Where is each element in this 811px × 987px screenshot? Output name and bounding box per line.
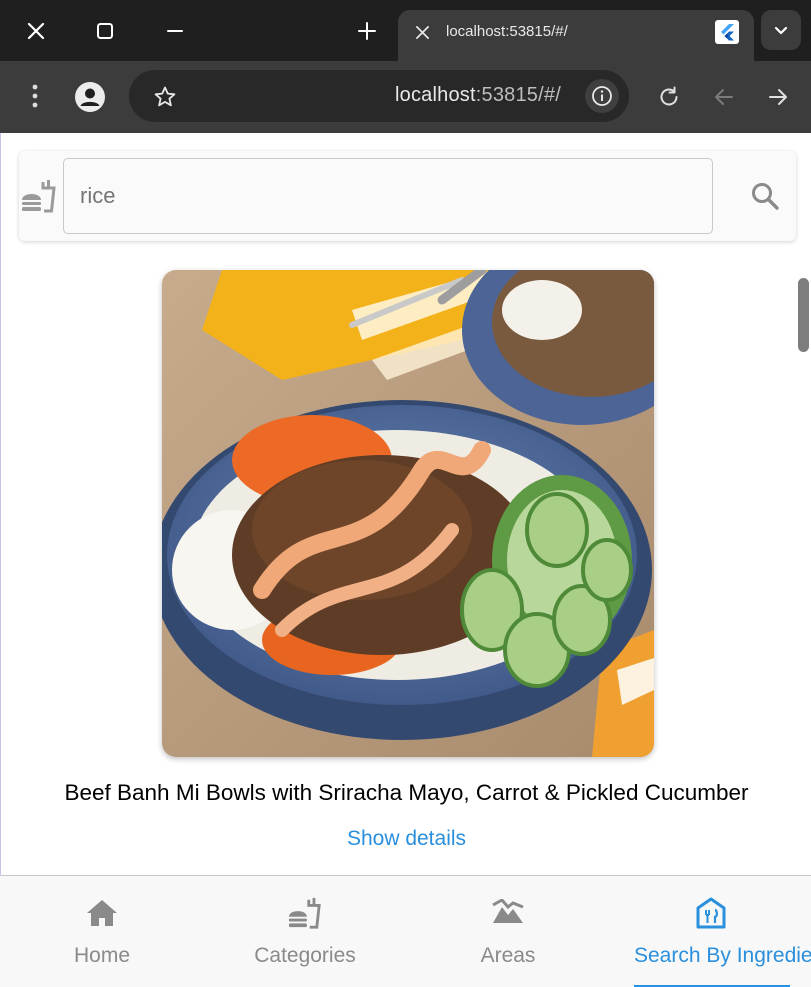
ingredient-search-field[interactable] (63, 158, 713, 234)
home-icon (85, 896, 119, 930)
more-vertical-icon (32, 84, 38, 108)
url-text: localhost:53815/#/ (395, 84, 561, 107)
bottom-navigation-bar: Home Categories Areas Search By Ingredie… (0, 875, 811, 987)
url-path: :53815/#/ (475, 84, 561, 106)
nav-item-categories[interactable]: Categories (240, 876, 370, 987)
flutter-favicon-icon (715, 20, 739, 44)
tab-close-button[interactable] (408, 18, 436, 46)
search-input[interactable] (80, 159, 690, 232)
arrow-left-icon (715, 89, 733, 105)
nav-item-areas[interactable]: Areas (448, 876, 568, 987)
star-icon (154, 86, 176, 107)
nav-label-home: Home (73, 944, 131, 967)
reload-button[interactable] (653, 81, 685, 113)
close-icon (415, 25, 429, 39)
meal-title: Beef Banh Mi Bowls with Sriracha Mayo, C… (64, 780, 749, 805)
nav-label-areas: Areas (480, 944, 536, 967)
browser-tab[interactable]: localhost:53815/#/ (398, 10, 754, 61)
storefront-icon (694, 896, 728, 930)
tab-title: localhost:53815/#/ (446, 23, 568, 40)
scrollbar-thumb[interactable] (798, 278, 809, 352)
account-icon (75, 82, 105, 112)
minimize-icon (167, 30, 183, 32)
url-host: localhost (395, 84, 476, 106)
window-close-button[interactable] (12, 8, 60, 54)
maximize-icon (97, 23, 113, 39)
fastfood-icon (288, 896, 322, 930)
tab-search-button[interactable] (761, 10, 801, 50)
nav-item-home[interactable]: Home (42, 876, 162, 987)
bookmark-button[interactable] (151, 83, 179, 111)
browser-toolbar: localhost:53815/#/ (0, 61, 811, 133)
landscape-icon (491, 896, 525, 930)
back-button[interactable] (708, 81, 740, 113)
close-icon (27, 22, 45, 40)
arrow-right-icon (769, 89, 787, 105)
site-info-button[interactable] (585, 79, 619, 113)
plus-icon (358, 22, 376, 40)
fastfood-icon (21, 178, 57, 214)
reload-icon (660, 86, 678, 106)
meal-thumbnail[interactable] (162, 270, 654, 757)
chevron-down-icon (774, 26, 788, 35)
forward-button[interactable] (762, 81, 794, 113)
browser-tab-bar: localhost:53815/#/ (0, 0, 811, 61)
new-tab-button[interactable] (343, 8, 391, 54)
window-minimize-button[interactable] (151, 8, 199, 54)
nav-item-search-by-ingredient[interactable]: Search By Ingredient (634, 876, 811, 987)
search-button[interactable] (746, 177, 784, 215)
search-icon (752, 183, 779, 210)
nav-label-search-by-ingredient: Search By Ingredient (634, 944, 811, 967)
app-content: Beef Banh Mi Bowls with Sriracha Mayo, C… (0, 133, 811, 875)
profile-button[interactable] (72, 79, 108, 115)
address-bar[interactable]: localhost:53815/#/ (129, 70, 629, 122)
window-maximize-button[interactable] (81, 8, 129, 54)
show-details-link[interactable]: Show details (1, 827, 811, 851)
browser-menu-button[interactable] (18, 79, 52, 113)
search-bar-card (19, 151, 796, 241)
nav-label-categories: Categories (254, 944, 356, 967)
info-icon (592, 86, 612, 106)
